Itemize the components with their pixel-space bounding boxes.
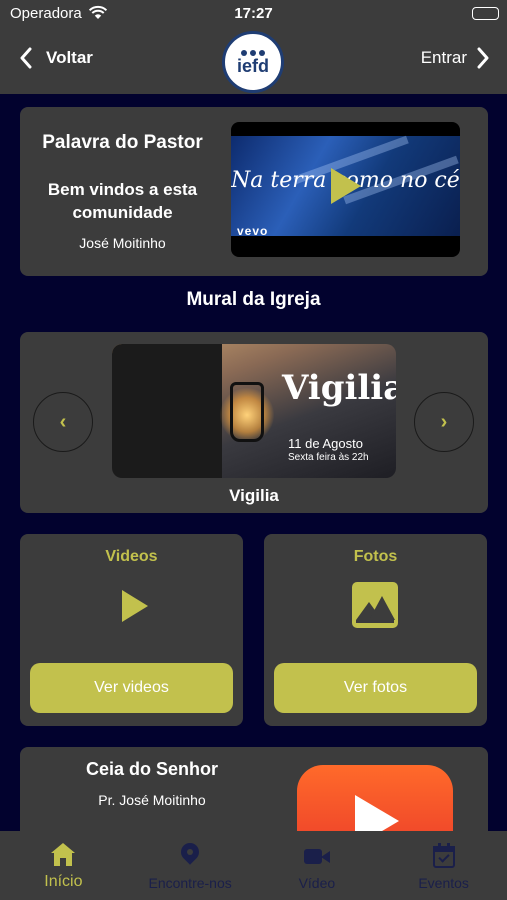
logo-text: iefd	[236, 55, 269, 76]
mural-section-title: Mural da Igreja	[186, 289, 321, 310]
see-photos-button[interactable]: Ver fotos	[274, 663, 477, 713]
tab-label: Início	[44, 873, 83, 890]
status-bar: Operadora 17:27	[0, 0, 507, 28]
videos-card: Videos Ver videos	[20, 534, 243, 726]
login-button[interactable]: Entrar	[421, 47, 489, 69]
chevron-left-icon	[20, 47, 32, 69]
pastor-card-title: Palavra do Pastor	[42, 132, 203, 153]
mural-carousel: ‹ Vigilia 11 de Agosto Sexta feira às 22…	[20, 332, 488, 513]
pastor-video-thumbnail[interactable]: Na terra como no céu vevo	[231, 122, 460, 257]
tab-label: Eventos	[418, 875, 469, 891]
see-videos-button[interactable]: Ver videos	[30, 663, 233, 713]
slide-date: 11 de Agosto	[288, 436, 363, 451]
photos-card: Fotos Ver fotos	[264, 534, 487, 726]
ceia-title: Ceia do Senhor	[85, 759, 219, 779]
image-icon	[352, 582, 398, 628]
back-label: Voltar	[46, 48, 93, 67]
tab-encontre-nos[interactable]: Encontre-nos	[127, 831, 254, 900]
photos-label: Fotos	[353, 548, 398, 565]
battery-icon	[472, 7, 499, 20]
church-logo: iefd	[222, 31, 284, 93]
carousel-prev-button[interactable]: ‹	[33, 392, 93, 452]
slide-time: Sexta feira às 22h	[288, 452, 369, 463]
chevron-right-icon: ›	[440, 410, 448, 433]
chevron-left-icon: ‹	[59, 410, 67, 433]
slide-caption: Vigilia	[229, 486, 279, 505]
back-button[interactable]: Voltar	[20, 47, 93, 69]
login-label: Entrar	[420, 48, 467, 67]
carousel-next-button[interactable]: ›	[414, 392, 474, 452]
chevron-right-icon	[477, 47, 489, 69]
video-brand: vevo	[237, 224, 269, 238]
video-camera-icon	[302, 843, 332, 869]
navigation-bar: Voltar iefd Entrar	[0, 28, 507, 94]
tab-video[interactable]: Vídeo	[254, 831, 381, 900]
location-pin-icon	[175, 839, 205, 869]
tab-label: Encontre-nos	[148, 875, 232, 891]
videos-label: Videos	[105, 548, 158, 565]
calendar-check-icon	[429, 843, 459, 869]
tab-label: Vídeo	[298, 875, 336, 891]
pastor-name: José Moitinho	[79, 235, 166, 251]
play-icon[interactable]	[331, 168, 361, 204]
home-icon	[48, 843, 78, 869]
tab-bar: Início Encontre-nos Vídeo Eventos	[0, 831, 507, 900]
welcome-message: Bem vindos a esta comunidade	[47, 180, 198, 222]
play-icon	[122, 590, 148, 622]
tab-eventos[interactable]: Eventos	[380, 831, 507, 900]
pastor-word-card: Palavra do Pastor Bem vindos a esta comu…	[20, 107, 488, 276]
tab-inicio[interactable]: Início	[0, 831, 127, 900]
clock: 17:27	[234, 5, 273, 22]
carousel-slide[interactable]: Vigilia 11 de Agosto Sexta feira às 22h	[112, 344, 396, 478]
slide-title: Vigilia	[282, 368, 396, 408]
ceia-subtitle: Pr. José Moitinho	[98, 792, 206, 808]
